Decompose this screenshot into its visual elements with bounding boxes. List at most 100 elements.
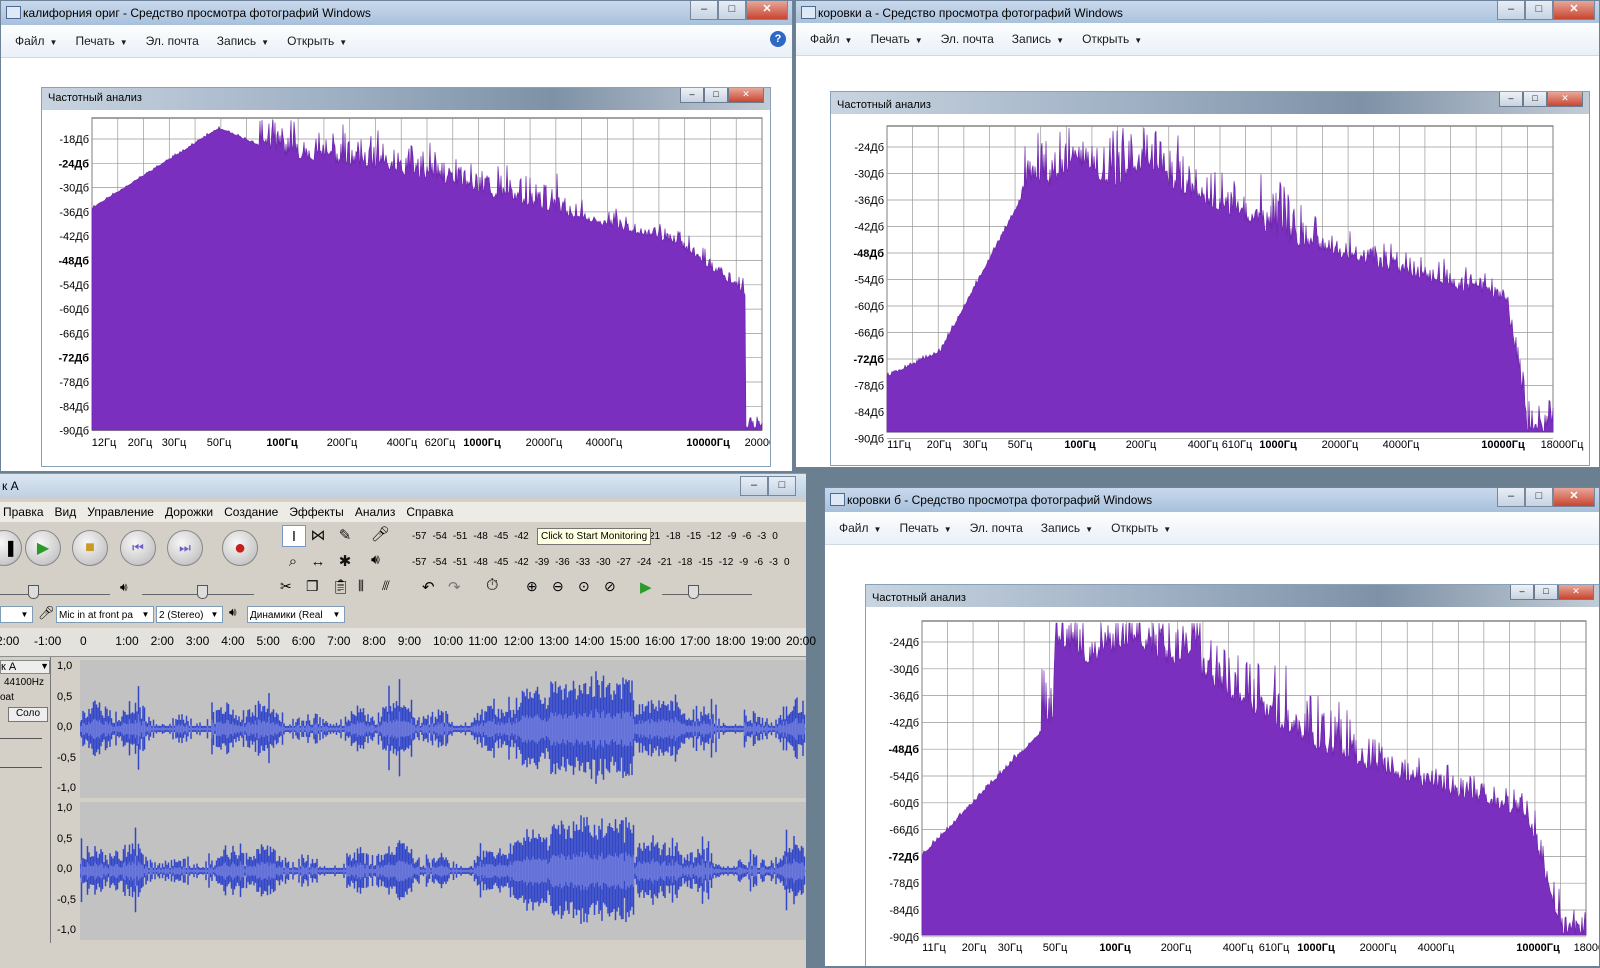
x-tick-label: 30Гц (963, 439, 988, 451)
menu-item[interactable]: Управление (87, 505, 154, 519)
meter-tick: -51 (452, 556, 468, 568)
maximize-button[interactable]: □ (1525, 488, 1553, 507)
menu-item[interactable]: Дорожки (165, 505, 213, 519)
waveform-left[interactable] (79, 660, 806, 798)
selection-tool-icon[interactable]: I (282, 525, 306, 547)
play-speed-slider[interactable] (662, 580, 752, 595)
recording-meter-right[interactable]: 21 -18 -15 -12 -9 -6 -3 0 (649, 528, 784, 544)
redo-icon[interactable]: ↷ (448, 578, 461, 596)
menu-2[interactable]: Эл. почта (941, 32, 994, 46)
slider-thumb[interactable] (28, 585, 39, 599)
menu-4[interactable]: Открыть ▼ (287, 34, 347, 48)
input-device-combo[interactable]: Mic in at front pa ▼ (56, 606, 154, 623)
y-tick-label: -18Дб (59, 134, 89, 146)
multi-tool-icon[interactable]: ✱ (334, 551, 356, 571)
output-device-combo[interactable]: Динамики (Real ▼ (247, 606, 345, 623)
play-button[interactable]: ▶ (25, 530, 61, 566)
minimize-button[interactable]: – (740, 476, 768, 496)
menu-item[interactable]: Эффекты (289, 505, 344, 519)
menu-4[interactable]: Открыть ▼ (1082, 32, 1142, 46)
minimize-button[interactable]: – (690, 1, 718, 20)
speaker-icon[interactable]: 🔊︎ (371, 551, 380, 568)
menu-item[interactable]: Создание (224, 505, 278, 519)
fit-selection-icon[interactable]: ⊙ (578, 578, 590, 595)
fit-project-icon[interactable]: ⊘ (604, 578, 616, 595)
cut-icon[interactable]: ✂ (280, 578, 292, 595)
close-button[interactable]: ✕ (1553, 1, 1595, 20)
skip-start-button[interactable]: ⏮ (120, 530, 156, 566)
window-title: калифорния ориг - Средство просмотра фот… (23, 6, 371, 20)
mic-icon[interactable]: 🎤︎ (371, 525, 390, 543)
menu-1[interactable]: Печать ▼ (899, 521, 951, 535)
meter-tick: -48 (473, 530, 488, 542)
playback-meter[interactable]: -57 -54 -51 -48 -45 -42 -39 -36 -33 -30 -27 -24 -21-… (412, 554, 796, 570)
menu-3[interactable]: Запись ▼ (1041, 521, 1093, 535)
waveform-right[interactable] (79, 802, 806, 940)
skip-end-button[interactable]: ⏭ (167, 530, 203, 566)
help-icon[interactable]: ? (770, 31, 786, 47)
recording-meter[interactable]: -57 -54 -51 -48 -45 -42 (412, 528, 535, 544)
silence-icon[interactable]: ⫻ (382, 578, 390, 594)
mic-icon: 🎤︎ (38, 605, 55, 620)
envelope-tool-icon[interactable]: ⋈ (307, 525, 329, 545)
menu-3[interactable]: Запись ▼ (1012, 32, 1064, 46)
title-bar[interactable]: калифорния ориг - Средство просмотра фот… (1, 1, 792, 25)
track-name[interactable]: к А ▼ (0, 660, 50, 674)
speaker-icon: 🔊︎ (229, 605, 237, 619)
app-icon (6, 6, 21, 19)
title-bar[interactable]: коровки а - Средство просмотра фотографи… (796, 1, 1599, 25)
menu-item[interactable]: Правка (3, 505, 44, 519)
slider-thumb[interactable] (688, 585, 699, 599)
menu-0[interactable]: Файл ▼ (15, 34, 57, 48)
timeshift-tool-icon[interactable]: ↔ (307, 551, 329, 571)
y-tick-label: -66Дб (59, 328, 89, 340)
pan-slider[interactable] (0, 763, 42, 768)
menu-item[interactable]: Справка (406, 505, 453, 519)
minimize-button[interactable]: – (1497, 1, 1525, 20)
menu-1[interactable]: Печать ▼ (75, 34, 127, 48)
zoom-out-icon[interactable]: ⊖ (552, 578, 564, 595)
title-bar[interactable]: коровки б - Средство просмотра фотографи… (825, 488, 1599, 512)
slider-thumb[interactable] (197, 585, 208, 599)
draw-tool-icon[interactable]: ✎ (334, 525, 356, 545)
stop-button[interactable]: ■ (72, 530, 108, 566)
host-combo[interactable]: ▼ (0, 606, 33, 623)
play-at-speed-icon[interactable]: ▶ (640, 578, 652, 596)
solo-button[interactable]: Соло (8, 707, 48, 722)
close-button[interactable]: ✕ (1553, 488, 1595, 507)
menu-2[interactable]: Эл. почта (970, 521, 1023, 535)
y-tick-label: -72Дб (853, 354, 884, 366)
mic-volume-slider[interactable] (0, 580, 110, 595)
undo-icon[interactable]: ↶ (422, 578, 435, 596)
gain-slider[interactable] (0, 734, 42, 739)
close-button[interactable]: ✕ (746, 1, 788, 20)
menu-1[interactable]: Печать ▼ (870, 32, 922, 46)
menu-item[interactable]: Вид (55, 505, 77, 519)
menu-3[interactable]: Запись ▼ (217, 34, 269, 48)
record-button[interactable]: ● (222, 530, 258, 566)
maximize-button[interactable]: □ (1525, 1, 1553, 20)
menu-4[interactable]: Открыть ▼ (1111, 521, 1171, 535)
scale-label: -1,0 (57, 782, 76, 794)
sync-lock-icon[interactable]: ⏱ (486, 577, 498, 595)
menu-0[interactable]: Файл ▼ (839, 521, 881, 535)
ruler-tick: 15:00 (609, 634, 640, 648)
ruler-tick: 7:00 (327, 634, 351, 648)
minimize-button[interactable]: – (1497, 488, 1525, 507)
trim-icon[interactable]: ⫼ (358, 578, 364, 594)
timeline-ruler[interactable]: 2:00 -1:00 0 1:00 2:00 3:00 4:00 5:00 6:00 7:00 8:… (0, 628, 816, 657)
copy-icon[interactable]: ❐ (306, 578, 319, 595)
menu-2[interactable]: Эл. почта (146, 34, 199, 48)
zoom-tool-icon[interactable]: ⌕ (282, 551, 304, 571)
chevron-down-icon: ▼ (873, 525, 882, 534)
maximize-button[interactable]: □ (768, 476, 796, 496)
menu-0[interactable]: Файл ▼ (810, 32, 852, 46)
zoom-in-icon[interactable]: ⊕ (526, 578, 538, 595)
paste-icon[interactable]: 📋︎ (332, 578, 350, 595)
title-bar[interactable]: к А – □ (0, 474, 806, 498)
y-tick-label: -36Дб (59, 207, 89, 219)
maximize-button[interactable]: □ (718, 1, 746, 20)
menu-item[interactable]: Анализ (355, 505, 396, 519)
x-tick-label: 50Гц (207, 437, 232, 449)
channels-combo[interactable]: 2 (Stereo) ▼ (156, 606, 223, 623)
